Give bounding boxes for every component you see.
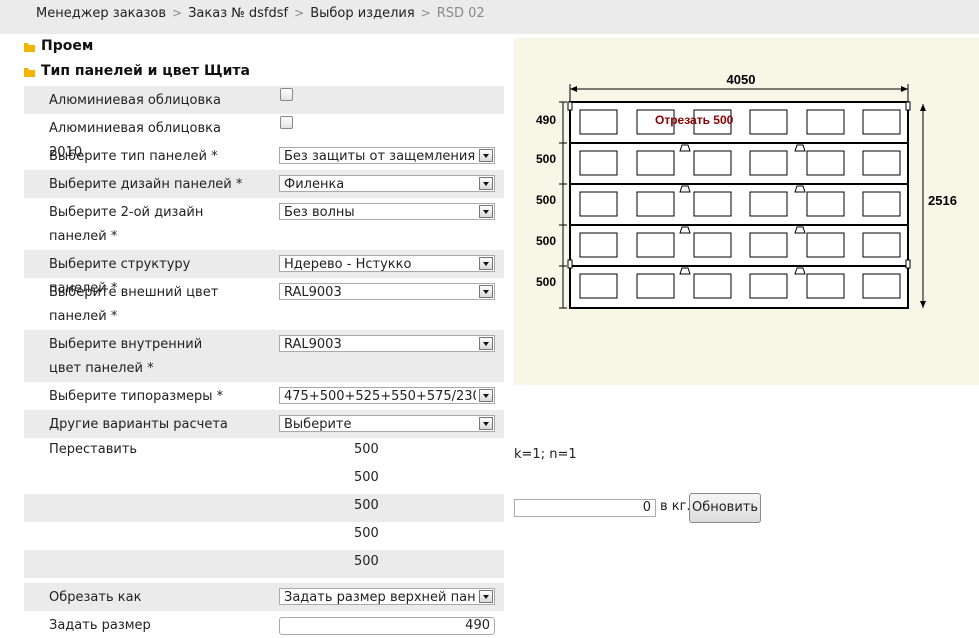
swap-value[interactable]: 500	[354, 498, 379, 513]
other-calc-select[interactable]: Выберите	[279, 415, 495, 432]
chevron-down-icon[interactable]	[479, 149, 493, 162]
height-dimension-label: 2516	[928, 193, 957, 208]
alu-cladding-2010-checkbox[interactable]	[280, 116, 293, 129]
panel-design-select[interactable]: Филенка	[279, 175, 495, 192]
door-diagram-svg: 4050 2516 490 500 500 500 500 Отрезать 5…	[536, 72, 957, 309]
section-panel-type-title: Тип панелей и цвет Щита	[41, 63, 250, 79]
alu-cladding-checkbox[interactable]	[280, 88, 293, 101]
panel-design2-select[interactable]: Без волны	[279, 203, 495, 220]
breadcrumb: Менеджер заказов > Заказ № dsfdsf > Выбор из…	[36, 0, 485, 27]
row-cut-as: Обрезать как Задать размер верхней панел…	[24, 583, 504, 611]
swap-row[interactable]: Переставить 500	[24, 438, 504, 466]
cut-as-label: Обрезать как	[49, 590, 142, 605]
panel-type-select[interactable]: Без защиты от защемления	[279, 147, 495, 164]
swap-row[interactable]: 500	[24, 550, 504, 578]
swap-row[interactable]: 500	[24, 522, 504, 550]
section-panel-type[interactable]: Тип панелей и цвет Щита	[24, 63, 250, 79]
chevron-down-icon[interactable]	[479, 285, 493, 298]
swap-row[interactable]: 500	[24, 494, 504, 522]
panel-dimension-label: 500	[536, 193, 556, 207]
chevron-down-icon[interactable]	[479, 177, 493, 190]
inner-color-select[interactable]: RAL9003	[279, 335, 495, 352]
cut-as-value: Задать размер верхней панели	[284, 590, 476, 605]
row-panel-design2: Выберите 2-ой дизайн панелей * Без волны	[24, 198, 504, 250]
breadcrumb-link-order[interactable]: Заказ № dsfdsf	[188, 6, 288, 21]
chevron-down-icon[interactable]	[479, 257, 493, 270]
section-opening[interactable]: Проем	[24, 38, 93, 54]
panel-dimension-label: 500	[536, 152, 556, 166]
breadcrumb-link-product-select[interactable]: Выбор изделия	[310, 6, 414, 21]
breadcrumb-bar: Менеджер заказов > Заказ № dsfdsf > Выбор из…	[0, 0, 979, 34]
weight-unit-label: в кг.	[660, 499, 691, 514]
other-calc-label: Другие варианты расчета	[49, 417, 228, 432]
panel-structure-select[interactable]: Ндерево - Нстукко	[279, 255, 495, 272]
chevron-right-icon: >	[172, 6, 183, 20]
panel-type-label: Выберите тип панелей *	[49, 149, 218, 164]
panel-dimension-label: 500	[536, 275, 556, 289]
row-type-sizes: Выберите типоразмеры * 475+500+525+550+5…	[24, 382, 504, 410]
swap-label: Переставить	[49, 442, 138, 457]
refresh-button[interactable]: Обновить	[689, 493, 761, 523]
row-inner-color: Выберите внутренний цвет панелей * RAL90…	[24, 330, 504, 382]
folder-icon	[24, 67, 35, 77]
swap-value[interactable]: 500	[354, 442, 379, 457]
set-size-input[interactable]: 490	[279, 617, 495, 635]
swap-value[interactable]: 500	[354, 554, 379, 569]
row-alu-cladding: Алюминиевая облицовка	[24, 86, 504, 114]
section-opening-title: Проем	[41, 38, 94, 54]
weight-input[interactable]: 0	[514, 499, 656, 517]
outer-color-select[interactable]: RAL9003	[279, 283, 495, 300]
chevron-down-icon[interactable]	[479, 417, 493, 430]
inner-color-label: Выберите внутренний цвет панелей *	[49, 337, 203, 376]
chevron-right-icon: >	[294, 6, 305, 20]
row-alu-cladding-2010: Алюминиевая облицовка 2010	[24, 114, 504, 160]
panel-type-value: Без защиты от защемления	[284, 149, 476, 164]
swap-value[interactable]: 500	[354, 526, 379, 541]
row-panel-design: Выберите дизайн панелей * Филенка	[24, 170, 504, 198]
chevron-down-icon[interactable]	[479, 205, 493, 218]
other-calc-value: Выберите	[284, 417, 352, 432]
swap-row[interactable]: 500	[24, 466, 504, 494]
swap-value[interactable]: 500	[354, 470, 379, 485]
kn-readout: k=1; n=1	[514, 447, 577, 462]
set-size-label: Задать размер	[49, 618, 151, 633]
chevron-right-icon: >	[420, 6, 431, 20]
panel-design-value: Филенка	[284, 177, 345, 192]
panel-structure-value: Ндерево - Нстукко	[284, 257, 412, 272]
outer-color-value: RAL9003	[284, 285, 342, 300]
panel-design-label: Выберите дизайн панелей *	[49, 177, 243, 192]
door-diagram: 4050 2516 490 500 500 500 500 Отрезать 5…	[514, 38, 979, 385]
breadcrumb-current: RSD 02	[436, 6, 485, 21]
panel-design2-value: Без волны	[284, 205, 355, 220]
row-other-calc: Другие варианты расчета Выберите	[24, 410, 504, 438]
type-sizes-select[interactable]: 475+500+525+550+575/230	[279, 387, 495, 404]
row-outer-color: Выберите внешний цвет панелей * RAL9003	[24, 278, 504, 330]
alu-cladding-label: Алюминиевая облицовка	[49, 93, 221, 108]
chevron-down-icon[interactable]	[479, 337, 493, 350]
outer-color-label: Выберите внешний цвет панелей *	[49, 285, 219, 324]
row-panel-structure: Выберите структуру панелей * Ндерево - Н…	[24, 250, 504, 296]
inner-color-value: RAL9003	[284, 337, 342, 352]
cut-note-label: Отрезать 500	[655, 113, 734, 127]
width-dimension-label: 4050	[727, 72, 756, 87]
breadcrumb-link-orders[interactable]: Менеджер заказов	[36, 6, 166, 21]
panel-design2-label: Выберите 2-ой дизайн панелей *	[49, 205, 204, 244]
chevron-down-icon[interactable]	[479, 389, 493, 402]
row-panel-type: Выберите тип панелей * Без защиты от защ…	[24, 142, 504, 170]
folder-icon	[24, 42, 35, 52]
chevron-down-icon[interactable]	[479, 590, 493, 603]
type-sizes-label: Выберите типоразмеры *	[49, 389, 224, 404]
panel-dimension-label: 490	[536, 113, 556, 127]
panel-dimension-label: 500	[536, 234, 556, 248]
type-sizes-value: 475+500+525+550+575/230	[284, 389, 476, 404]
cut-as-select[interactable]: Задать размер верхней панели	[279, 588, 495, 605]
